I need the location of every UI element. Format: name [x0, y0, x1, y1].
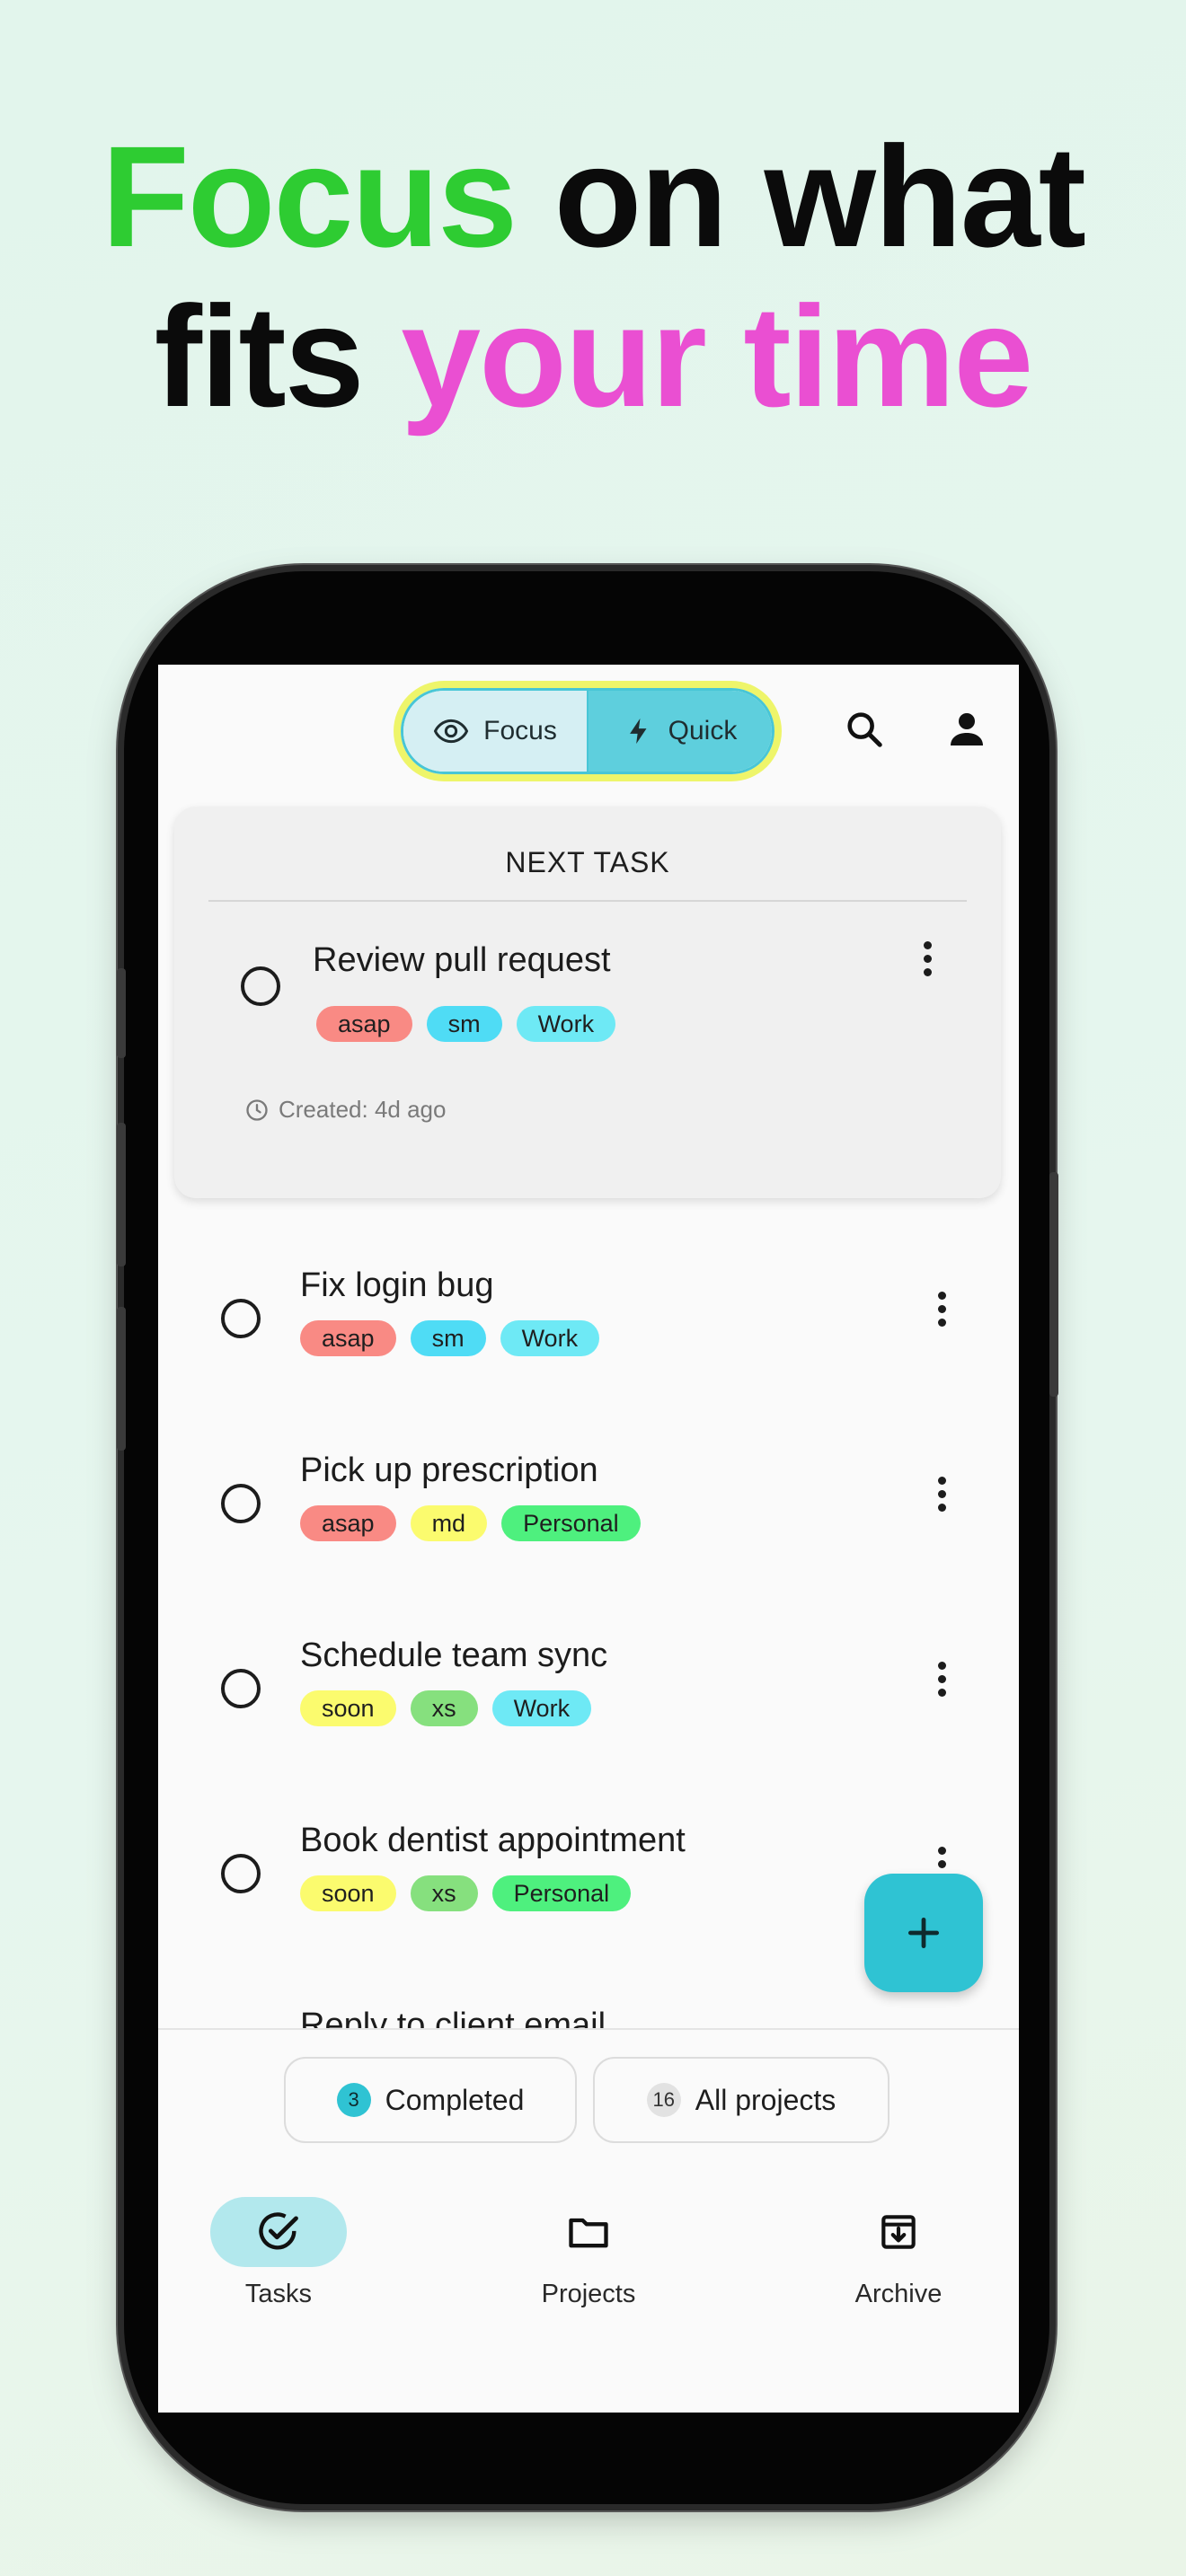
- divider: [208, 900, 967, 902]
- phone-mute-button: [117, 968, 126, 1058]
- size-tag: sm: [426, 1006, 502, 1042]
- task-tags: soon xs Personal: [300, 1875, 632, 1911]
- task-complete-radio[interactable]: [221, 1854, 261, 1893]
- folder-icon: [569, 2218, 608, 2248]
- priority-tag: soon: [300, 1690, 396, 1726]
- nav-projects-label: Projects: [541, 2280, 636, 2308]
- headline-on-what: on what: [553, 116, 1086, 277]
- app-screen: Focus Quick NEXT TASK Review pull reques…: [158, 665, 1019, 2413]
- size-tag: xs: [410, 1690, 478, 1726]
- add-task-button[interactable]: [864, 1874, 983, 1992]
- next-task-card[interactable]: NEXT TASK Review pull request asap sm Wo…: [174, 807, 1001, 1198]
- next-task-header: NEXT TASK: [505, 846, 670, 878]
- priority-tag: asap: [316, 1006, 412, 1042]
- more-options-icon[interactable]: [936, 1477, 947, 1512]
- phone-power-button: [1049, 1172, 1058, 1397]
- created-time: Created: 4d ago: [244, 1096, 446, 1124]
- priority-tag: soon: [300, 1875, 396, 1911]
- headline-your-time: your time: [401, 276, 1033, 437]
- nav-archive-label: Archive: [854, 2280, 943, 2308]
- task-complete-radio[interactable]: [241, 966, 280, 1006]
- headline: Focus on what fits your time: [0, 117, 1186, 437]
- phone-volume-down: [117, 1307, 126, 1451]
- more-options-icon[interactable]: [922, 941, 933, 976]
- task-tags: asap sm Work: [300, 1320, 600, 1356]
- nav-tasks-label: Tasks: [244, 2280, 313, 2308]
- plus-icon: [907, 1917, 940, 1949]
- task-title: Book dentist appointment: [300, 1822, 686, 1859]
- all-projects-label: All projects: [695, 2083, 836, 2116]
- projects-count: 16: [646, 2083, 681, 2117]
- mode-toggle: Focus Quick: [401, 688, 774, 774]
- task-tags: asap sm Work: [316, 1006, 616, 1042]
- focus-mode-label: Focus: [483, 716, 557, 745]
- quick-mode-label: Quick: [668, 716, 738, 745]
- search-button[interactable]: [836, 701, 893, 758]
- size-tag: md: [410, 1505, 488, 1541]
- nav-archive[interactable]: Archive: [791, 2197, 1006, 2309]
- project-tag: Work: [500, 1320, 600, 1356]
- lightning-icon: [629, 718, 647, 745]
- nav-projects[interactable]: Projects: [481, 2197, 696, 2309]
- completed-count: 3: [336, 2083, 371, 2117]
- created-label: Created: 4d ago: [279, 1096, 447, 1123]
- task-row[interactable]: Fix login bug asap sm Work: [158, 1227, 1019, 1407]
- project-tag: Personal: [491, 1875, 632, 1911]
- search-icon: [847, 712, 882, 747]
- project-tag: Personal: [501, 1505, 641, 1541]
- task-tags: asap md Personal: [300, 1505, 641, 1541]
- size-tag: xs: [410, 1875, 478, 1911]
- archive-icon: [881, 2215, 916, 2249]
- account-button[interactable]: [938, 701, 996, 758]
- bottom-panel: 3 Completed 16 All projects Tasks Projec…: [158, 2028, 1019, 2413]
- task-title: Fix login bug: [300, 1266, 494, 1304]
- focus-mode-button[interactable]: Focus: [403, 691, 589, 772]
- task-title: Schedule team sync: [300, 1636, 608, 1674]
- clock-icon: [246, 1098, 268, 1121]
- task-complete-radio[interactable]: [221, 1484, 261, 1523]
- nav-tasks[interactable]: Tasks: [171, 2197, 386, 2309]
- check-circle-icon: [259, 2212, 298, 2250]
- phone-volume-up: [117, 1123, 126, 1266]
- task-complete-radio[interactable]: [221, 1299, 261, 1338]
- all-projects-chip[interactable]: 16 All projects: [593, 2057, 890, 2143]
- task-row[interactable]: Schedule team sync soon xs Work: [158, 1597, 1019, 1777]
- project-tag: Work: [491, 1690, 592, 1726]
- task-row[interactable]: Pick up prescription asap md Personal: [158, 1412, 1019, 1592]
- headline-focus: Focus: [102, 116, 518, 277]
- completed-chip[interactable]: 3 Completed: [284, 2057, 577, 2143]
- eye-icon: [434, 719, 469, 744]
- size-tag: sm: [410, 1320, 486, 1356]
- person-icon: [951, 713, 983, 745]
- task-complete-radio[interactable]: [221, 1669, 261, 1708]
- task-title: Review pull request: [313, 941, 611, 979]
- quick-mode-button[interactable]: Quick: [589, 691, 772, 772]
- more-options-icon[interactable]: [936, 1292, 947, 1327]
- more-options-icon[interactable]: [936, 1662, 947, 1697]
- project-tag: Work: [516, 1006, 616, 1042]
- priority-tag: asap: [300, 1320, 396, 1356]
- priority-tag: asap: [300, 1505, 396, 1541]
- task-title: Pick up prescription: [300, 1451, 598, 1489]
- task-tags: soon xs Work: [300, 1690, 592, 1726]
- headline-fits: fits: [154, 276, 365, 437]
- completed-label: Completed: [385, 2083, 525, 2116]
